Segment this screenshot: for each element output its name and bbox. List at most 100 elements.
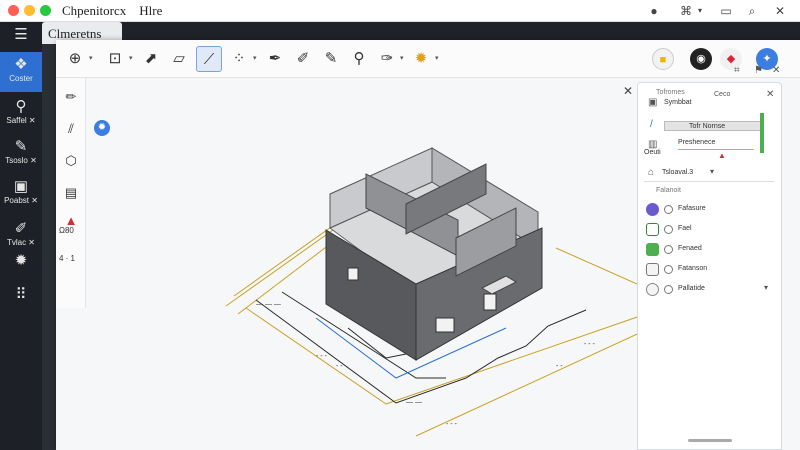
close-icon[interactable]: ✕ [772, 3, 788, 19]
measure-icon: ⚲ [353, 50, 365, 67]
svg-text:— — —: — — — [256, 301, 281, 308]
brush-icon: ▥ [648, 139, 658, 150]
snap-tool-button[interactable]: ⁘ [226, 46, 252, 72]
pencil-icon: ✎ [324, 50, 338, 67]
line-tool-button[interactable]: ⟋ [196, 46, 222, 72]
svg-text:- - -: - - - [584, 341, 596, 348]
sidebar-item-tsoslo[interactable]: ✎ Tsoslo ✕ [0, 134, 42, 174]
chevron-down-icon[interactable]: ▾ [692, 3, 708, 19]
pin-icon[interactable]: ⚑ [754, 65, 763, 76]
chevron-down-icon[interactable]: ▾ [89, 54, 93, 62]
oeuti-label: Oeuti [644, 149, 661, 156]
layer-radio[interactable] [664, 265, 673, 274]
render-button[interactable]: ◉ [690, 48, 712, 70]
snap-icon: ⁘ [232, 50, 246, 67]
marker-icon: ▲ [718, 151, 726, 160]
cube-icon: ⬡ [65, 153, 77, 168]
info-icon[interactable]: ● [646, 3, 662, 19]
layer-color-icon [646, 223, 659, 236]
sidebar-item-coster[interactable]: ❖ Coster [0, 52, 42, 92]
frame-tool-button[interactable]: ⊡ [102, 46, 128, 72]
frame-icon: ⊡ [108, 50, 122, 67]
divider [644, 181, 774, 182]
close-window-button[interactable] [8, 5, 19, 16]
menu-icon: ☰ [14, 26, 28, 43]
dimension-tool-button[interactable]: ✑ [374, 46, 400, 72]
pen-icon: ✒ [268, 50, 282, 67]
building-walls [325, 147, 543, 361]
brush-tool-button[interactable]: ✐ [290, 46, 316, 72]
pen-tool-button[interactable]: ✒ [262, 46, 288, 72]
crop-icon[interactable]: ⌗ [734, 65, 740, 76]
layer-radio[interactable] [664, 225, 673, 234]
document-icon: ▤ [64, 185, 78, 200]
pen-icon: ✎ [14, 138, 28, 155]
color-swatch-button[interactable]: ■ [652, 48, 674, 70]
settings-tool-button[interactable]: ✹ [408, 46, 434, 72]
close-icon[interactable]: ✕ [772, 65, 780, 76]
shape-tool-button[interactable]: ▱ [166, 46, 192, 72]
measure-tool-button[interactable]: ⚲ [346, 46, 372, 72]
vertical-tool-palette: ✏ ⫽ ⬡ ▤ ▲ Ω80 4 · 1 [56, 78, 86, 308]
dimension-label: Ω80 [59, 226, 74, 235]
panel-resize-handle[interactable] [688, 439, 732, 442]
line-icon: ⟋ [203, 51, 215, 68]
color-icon: ■ [659, 54, 667, 66]
svg-text:- - -: - - - [446, 421, 458, 428]
maximize-window-button[interactable] [40, 5, 51, 16]
ceco-label: Ceco [714, 91, 731, 98]
svg-text:- -: - - [336, 363, 343, 370]
title-bar: Chpenitorcx Hlre ● ⌘ ▾ ▭ ⌕ ✕ [0, 0, 800, 22]
document-tool-button[interactable]: ▤ [60, 182, 82, 204]
select-tool-button[interactable]: ⊕ [62, 46, 88, 72]
drawing-canvas[interactable]: — — — - - - - - — — - - - - - - - - [86, 78, 647, 450]
sidebar-item-apps[interactable]: ⠿ [0, 282, 42, 322]
shape-icon: ▱ [173, 50, 185, 67]
star-icon: ✦ [762, 53, 772, 65]
search-icon: ⚲ [15, 98, 27, 115]
layer-radio[interactable] [664, 205, 673, 214]
chevron-down-icon[interactable]: ▾ [253, 54, 257, 62]
layer-row[interactable]: Pallatide ▾ [646, 281, 774, 299]
transform-icon: ⬈ [144, 50, 158, 67]
layer-row[interactable]: Fafasure [646, 201, 774, 219]
svg-text:- - -: - - - [316, 353, 328, 360]
pencil-tool-button[interactable]: ✎ [318, 46, 344, 72]
chevron-down-icon[interactable]: ▾ [435, 54, 439, 62]
chevron-down-icon[interactable]: ▾ [129, 54, 133, 62]
window-title: Chpenitorcx Hlre [62, 3, 163, 18]
tag-icon: ◆ [726, 53, 736, 65]
chevron-down-icon[interactable]: ▾ [400, 54, 404, 62]
layer-row[interactable]: Fael [646, 221, 774, 239]
chat-icon[interactable]: ▭ [718, 3, 734, 19]
layer-row[interactable]: Fatanson [646, 261, 774, 279]
cube-tool-button[interactable]: ⬡ [60, 150, 82, 172]
crosshair-icon: ⊕ [68, 50, 82, 67]
sketch-tool-button[interactable]: ✏ [60, 86, 82, 108]
transform-tool-button[interactable]: ⬈ [138, 46, 164, 72]
search-icon[interactable]: ⌕ [744, 3, 760, 19]
chevron-down-icon[interactable]: ▾ [764, 283, 768, 292]
close-icon[interactable]: ✕ [623, 84, 633, 98]
layer-row[interactable]: Fenaed [646, 241, 774, 259]
chip-field[interactable]: Tofr Nornse [664, 121, 762, 131]
layer-radio[interactable] [664, 285, 673, 294]
minimize-window-button[interactable] [24, 5, 35, 16]
gear-icon: ✹ [14, 252, 28, 269]
left-app-bar: ☰ ❖ Coster ⚲ Saffel ✕ ✎ Tsoslo ✕ ▣ Poabs… [0, 22, 42, 450]
sidebar-item-poabst[interactable]: ▣ Poabst ✕ [0, 174, 42, 214]
svg-text:- -: - - [556, 363, 563, 370]
render-icon: ◉ [696, 53, 706, 65]
pencil-icon: ✏ [65, 89, 77, 104]
gear-icon[interactable]: ✹ [94, 120, 110, 136]
chevron-down-icon[interactable]: ▾ [710, 167, 714, 176]
brush-icon: ✐ [296, 50, 310, 67]
layer-radio[interactable] [664, 245, 673, 254]
properties-panel: ⌗ ⚑ ✕ Tofromes Ceco ✕ ▣ Symbbat / Tofr N… [637, 65, 782, 450]
layer-color-icon [646, 283, 659, 296]
total-label: Tsloaval.3 [662, 169, 694, 176]
green-indicator [760, 113, 764, 153]
sidebar-item-saffel[interactable]: ⚲ Saffel ✕ [0, 94, 42, 134]
chart-tool-button[interactable]: ⫽ [60, 118, 82, 140]
close-icon[interactable]: ✕ [766, 89, 774, 100]
